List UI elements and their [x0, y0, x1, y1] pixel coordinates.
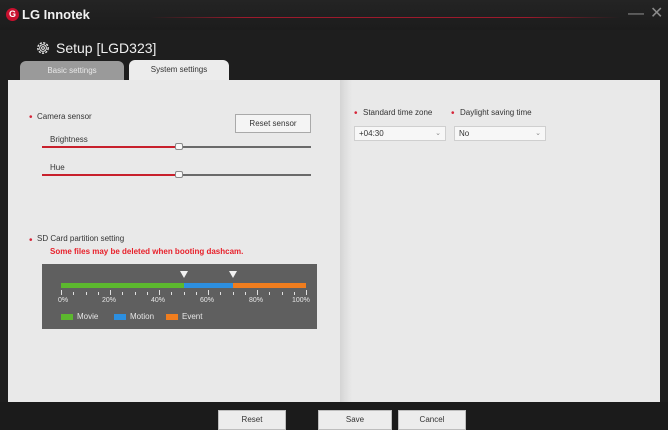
dst-label: Daylight saving time — [460, 108, 532, 117]
timezone-select[interactable]: +04:30 ⌄ — [354, 126, 446, 141]
scale-tick-label: 60% — [200, 297, 215, 304]
hue-track-fill — [42, 174, 179, 176]
scale-tick — [269, 292, 271, 295]
brightness-slider[interactable] — [42, 142, 311, 152]
partition-divider-handle-movie-motion[interactable] — [179, 271, 188, 278]
scale-tick — [159, 290, 160, 295]
hue-slider[interactable] — [42, 170, 311, 180]
cancel-button[interactable]: Cancel — [398, 410, 466, 430]
reset-button[interactable]: Reset — [218, 410, 286, 430]
timezone-value: +04:30 — [359, 129, 384, 138]
legend-label-event: Event — [182, 312, 203, 321]
scale-tick-label: 80% — [249, 297, 264, 304]
scale-tick — [110, 290, 111, 295]
scale-tick — [257, 290, 258, 295]
scale-tick — [208, 290, 209, 295]
bullet-icon: • — [29, 112, 33, 123]
chevron-down-icon: ⌄ — [435, 130, 441, 137]
scale-tick — [281, 292, 283, 295]
legend-label-motion: Motion — [130, 312, 155, 321]
minimize-button[interactable]: — — [628, 5, 644, 23]
bullet-icon: • — [451, 108, 455, 119]
page-title: Setup [LGD323] — [56, 40, 157, 56]
scale-tick — [232, 292, 234, 295]
hue-slider-thumb[interactable] — [175, 171, 183, 178]
brightness-slider-thumb[interactable] — [175, 143, 183, 150]
scale-tick — [195, 292, 197, 295]
scale-tick — [171, 292, 173, 295]
dst-value: No — [459, 129, 470, 138]
scale-tick — [85, 292, 87, 295]
scale-tick — [61, 290, 62, 295]
scale-tick-label: 100% — [292, 297, 310, 304]
scale-tick — [97, 292, 99, 295]
camera-sensor-label: Camera sensor — [37, 112, 92, 121]
scale-tick — [306, 290, 307, 295]
title-bar-accent-line — [150, 17, 620, 18]
gear-icon — [37, 42, 49, 54]
scale-tick — [244, 292, 246, 295]
scale-tick — [293, 292, 295, 295]
scale-tick — [183, 292, 185, 295]
partition-bar-event — [232, 283, 306, 288]
hue-track — [179, 174, 311, 176]
scale-tick — [73, 292, 75, 295]
scale-tick-label: 0% — [58, 297, 69, 304]
legend-swatch-movie — [61, 314, 73, 320]
scale-tick — [122, 292, 124, 295]
tab-basic-settings[interactable]: Basic settings — [20, 61, 124, 80]
title-bar: G LG Innotek — ✕ — [0, 0, 668, 30]
settings-panel: • Camera sensor Reset sensor Brightness … — [8, 80, 660, 402]
scale-tick — [134, 292, 136, 295]
save-button[interactable]: Save — [318, 410, 392, 430]
close-button[interactable]: ✕ — [650, 5, 663, 23]
legend-label-movie: Movie — [77, 312, 99, 321]
partition-warning-text: Some files may be deleted when booting d… — [50, 247, 244, 256]
partition-bar-motion — [183, 283, 233, 288]
scale-tick-label: 40% — [151, 297, 166, 304]
partition-divider-handle-motion-event[interactable] — [228, 271, 237, 278]
scale-tick — [146, 292, 148, 295]
app-title: LG Innotek — [22, 7, 90, 22]
brightness-track — [179, 146, 311, 148]
scale-tick — [220, 292, 222, 295]
partition-editor[interactable]: 0% 20% 40% 60% 80% 100% Movie Motion Event — [42, 264, 317, 329]
bullet-icon: • — [29, 235, 33, 246]
sd-card-partition-label: SD Card partition setting — [37, 234, 125, 243]
dst-select[interactable]: No ⌄ — [454, 126, 546, 141]
bullet-icon: • — [354, 108, 358, 119]
partition-bar-movie — [61, 283, 184, 288]
lg-logo-icon: G — [6, 8, 19, 21]
chevron-down-icon: ⌄ — [535, 130, 541, 137]
brightness-track-fill — [42, 146, 179, 148]
timezone-label: Standard time zone — [363, 108, 433, 117]
reset-sensor-button[interactable]: Reset sensor — [235, 114, 311, 133]
scale-tick-label: 20% — [102, 297, 117, 304]
legend-swatch-event — [166, 314, 178, 320]
legend-swatch-motion — [114, 314, 126, 320]
tab-system-settings[interactable]: System settings — [129, 60, 229, 81]
panel-divider — [340, 80, 352, 402]
